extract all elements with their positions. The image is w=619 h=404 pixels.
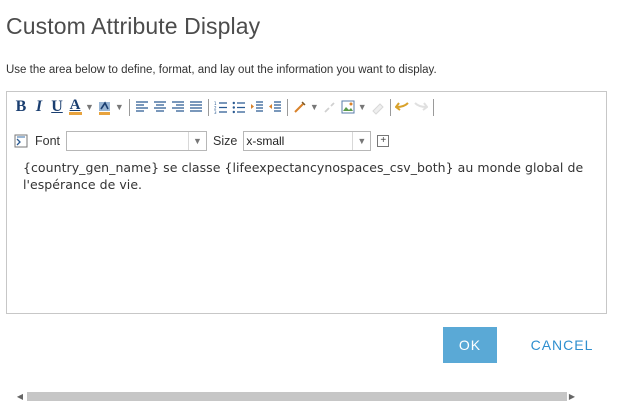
align-justify-icon[interactable]: [188, 98, 204, 116]
numbered-list-icon[interactable]: 123: [213, 98, 229, 116]
redo-icon[interactable]: [413, 98, 429, 116]
toolbar-separator: [432, 98, 434, 116]
font-toolbar: Font ▼ Size x-small ▼ +: [13, 130, 390, 152]
dialog-instruction: Use the area below to define, format, an…: [6, 64, 437, 76]
font-color-swatch: [68, 112, 82, 115]
eraser-icon[interactable]: [370, 98, 386, 116]
rich-text-editor[interactable]: B I U A ▼ ▼ 123 ▼ ▼ Font ▼ Size x-small …: [6, 91, 608, 401]
highlight-color-icon[interactable]: [97, 98, 113, 116]
toolbar-separator: [207, 98, 209, 116]
chevron-down-icon[interactable]: ▼: [352, 132, 370, 150]
font-color-letter: A: [69, 97, 81, 113]
svg-text:3: 3: [214, 110, 217, 114]
toolbar-separator: [286, 98, 288, 116]
cancel-button[interactable]: CANCEL: [518, 327, 606, 363]
font-color-dropdown-arrow[interactable]: ▼: [85, 102, 94, 112]
underline-button[interactable]: U: [49, 98, 65, 116]
align-left-icon[interactable]: [134, 98, 150, 116]
formatting-toolbar: B I U A ▼ ▼ 123 ▼ ▼: [13, 96, 438, 118]
scroll-right-icon[interactable]: ▶: [565, 388, 579, 404]
expand-plus-icon[interactable]: +: [377, 135, 390, 147]
size-select-value: x-small: [246, 134, 285, 148]
link-dropdown-arrow[interactable]: ▼: [310, 102, 319, 112]
toolbar-separator: [128, 98, 130, 116]
scrollbar-thumb[interactable]: [27, 392, 567, 401]
editor-content[interactable]: {country_gen_name} se classe {lifeexpect…: [23, 159, 608, 193]
outdent-icon[interactable]: [267, 98, 283, 116]
undo-icon[interactable]: [395, 98, 411, 116]
align-center-icon[interactable]: [152, 98, 168, 116]
font-select[interactable]: ▼: [66, 131, 208, 151]
toolbar-separator: [389, 98, 391, 116]
dialog-title: Custom Attribute Display: [6, 13, 261, 39]
font-label: Font: [35, 134, 61, 148]
insert-image-icon[interactable]: [340, 98, 356, 116]
indent-icon[interactable]: [249, 98, 265, 116]
scroll-left-icon[interactable]: ◀: [13, 388, 27, 404]
bold-button[interactable]: B: [13, 98, 29, 116]
link-icon[interactable]: [292, 98, 308, 116]
ok-button[interactable]: OK: [443, 327, 497, 363]
html-source-icon[interactable]: [13, 132, 29, 150]
size-select[interactable]: x-small ▼: [243, 131, 372, 151]
bullet-list-icon[interactable]: [231, 98, 247, 116]
image-dropdown-arrow[interactable]: ▼: [358, 102, 367, 112]
align-right-icon[interactable]: [170, 98, 186, 116]
font-color-button[interactable]: A: [67, 98, 83, 116]
highlight-dropdown-arrow[interactable]: ▼: [115, 102, 124, 112]
chevron-down-icon[interactable]: ▼: [188, 132, 206, 150]
size-label: Size: [213, 134, 238, 148]
horizontal-scrollbar[interactable]: ◀ ▶: [7, 388, 587, 404]
unlink-icon[interactable]: [322, 98, 338, 116]
italic-button[interactable]: I: [31, 98, 47, 116]
